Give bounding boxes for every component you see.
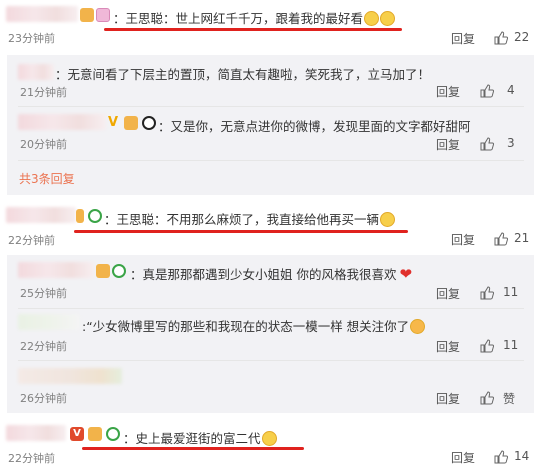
reply-link[interactable]: 回复 xyxy=(436,338,460,355)
divider xyxy=(18,308,524,309)
like-label: 赞 xyxy=(503,392,516,406)
reply-text: :“少女微博里写的那些和我现在的状态一模一样 想关注你了 xyxy=(82,316,426,335)
reply-time: 20分钟前 xyxy=(20,138,67,151)
reply-link[interactable]: 回复 xyxy=(451,231,475,248)
username-blur[interactable] xyxy=(6,6,78,22)
member-badge-icon xyxy=(88,209,102,223)
panda-avatar-icon xyxy=(142,116,156,130)
like-count: 11 xyxy=(503,285,519,299)
like-count: 14 xyxy=(514,449,530,463)
thumbs-up-icon[interactable] xyxy=(480,391,494,405)
like-count: 22 xyxy=(514,30,530,44)
username-blur[interactable] xyxy=(18,314,80,330)
vip-badge-icon xyxy=(80,8,94,22)
reply-time: 22分钟前 xyxy=(20,340,67,353)
highlight-underline xyxy=(74,230,408,233)
vip-badge-icon xyxy=(76,209,84,223)
vip-badge-icon xyxy=(124,116,138,130)
divider xyxy=(18,106,524,107)
like-count: 3 xyxy=(507,136,515,150)
username-blur[interactable] xyxy=(6,207,76,223)
like-count: 21 xyxy=(514,231,530,245)
thumbs-up-icon[interactable] xyxy=(480,84,494,98)
username-blur[interactable] xyxy=(6,425,66,441)
like-count: 11 xyxy=(503,338,519,352)
verified-icon: V xyxy=(70,427,84,441)
reply-link[interactable]: 回复 xyxy=(436,390,460,407)
highlight-underline xyxy=(82,447,304,450)
thumbs-up-icon[interactable] xyxy=(494,450,508,464)
verified-icon: V xyxy=(108,115,119,130)
reply-link[interactable]: 回复 xyxy=(436,136,460,153)
member-badge-icon xyxy=(96,8,110,22)
vip-badge-icon xyxy=(96,264,110,278)
reply-text: ：真是那那都遇到少女小姐姐 你的风格我很喜欢 ❤ xyxy=(130,265,413,283)
username-blur[interactable] xyxy=(18,114,106,130)
emoji-icon xyxy=(410,319,426,334)
emoji-icon xyxy=(380,11,396,26)
emoji-icon xyxy=(261,431,277,446)
reply-text: ：又是你，无意点进你的微博，发现里面的文字都好甜阿 xyxy=(158,119,471,134)
reply-time: 25分钟前 xyxy=(20,287,67,300)
reply-time: 26分钟前 xyxy=(20,392,67,405)
heart-icon: ❤ xyxy=(399,265,413,283)
reply-link[interactable]: 回复 xyxy=(436,285,460,302)
emoji-icon xyxy=(364,11,380,26)
vip-badge-icon xyxy=(88,427,102,441)
reply-link[interactable]: 回复 xyxy=(451,30,475,47)
reply-text: ：无意间看了下层主的置顶，简直太有趣啦，笑死我了，立马加了！ xyxy=(55,67,431,82)
comment-text: ：史上最爱逛街的富二代 xyxy=(123,428,277,447)
reply-link[interactable]: 回复 xyxy=(436,83,460,100)
username-blur[interactable] xyxy=(18,262,94,278)
divider xyxy=(18,360,524,361)
username-blur[interactable] xyxy=(18,368,122,384)
comment-time: 22分钟前 xyxy=(8,452,55,465)
username-blur[interactable] xyxy=(18,64,54,80)
more-replies-link[interactable]: 共3条回复 xyxy=(19,170,75,187)
comment-time: 23分钟前 xyxy=(8,32,55,45)
thumbs-up-icon[interactable] xyxy=(480,286,494,300)
thumbs-up-icon[interactable] xyxy=(494,232,508,246)
member-badge-icon xyxy=(106,427,120,441)
emoji-icon xyxy=(380,212,396,227)
comment-text: ：王思聪：不用那么麻烦了，我直接给他再买一辆 xyxy=(104,209,396,228)
highlight-underline xyxy=(104,28,402,31)
comment-text: ：王思聪：世上网红千千万，跟着我的最好看 xyxy=(113,8,396,27)
thumbs-up-icon[interactable] xyxy=(494,31,508,45)
like-count: 4 xyxy=(507,83,515,97)
thumbs-up-icon[interactable] xyxy=(480,339,494,353)
member-badge-icon xyxy=(112,264,126,278)
divider xyxy=(18,160,524,161)
thumbs-up-icon[interactable] xyxy=(480,137,494,151)
comment-time: 22分钟前 xyxy=(8,234,55,247)
reply-link[interactable]: 回复 xyxy=(451,449,475,466)
reply-time: 21分钟前 xyxy=(20,86,67,99)
